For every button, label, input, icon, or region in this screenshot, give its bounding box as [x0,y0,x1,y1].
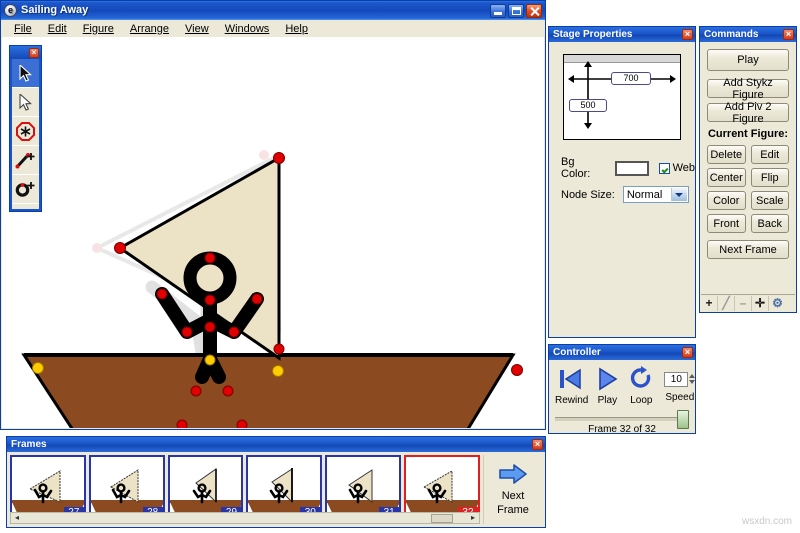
color-button[interactable]: Color [707,191,746,210]
frames-title-bar[interactable]: Frames × [7,437,545,452]
node-size-value: Normal [626,188,663,201]
maximize-button[interactable] [508,3,524,18]
watermark: wsxdn.com [741,516,792,527]
settings-gear-icon[interactable]: ⚙ [769,296,786,311]
frames-horizontal-scrollbar[interactable]: ◂ ▸ [10,512,480,524]
commands-panel: Commands × Play Add Stykz Figure Add Piv… [699,26,797,313]
commands-mini-toolbar: + ╱ – ✛ ⚙ [701,294,795,311]
next-frame-label-line2: Frame [497,504,529,516]
close-button[interactable] [526,3,542,18]
edit-button[interactable]: Edit [750,145,789,164]
rewind-label: Rewind [555,395,589,406]
frames-close-icon[interactable]: × [532,439,543,450]
node-size-label: Node Size: [561,188,615,201]
menu-arrange[interactable]: Arrange [123,22,176,36]
add-icon[interactable]: + [701,295,718,311]
flip-button[interactable]: Flip [750,168,789,187]
current-figure-label: Current Figure: [707,128,789,140]
menu-file[interactable]: File [7,22,39,36]
rewind-button[interactable] [555,366,585,395]
window-title: Sailing Away [21,4,89,16]
commands-close-icon[interactable]: × [783,29,794,40]
add-piv2-figure-button[interactable]: Add Piv 2 Figure [707,101,789,125]
next-frame-label-line1: Next [501,490,525,502]
scroll-left-icon[interactable]: ◂ [11,513,23,523]
loop-label: Loop [630,395,653,406]
tool-palette-close-icon[interactable]: × [29,47,39,58]
play-label: Play [597,395,618,406]
center-button[interactable]: Center [707,168,746,187]
add-circle-tool[interactable] [12,175,39,204]
next-frame-button[interactable]: Next Frame [483,455,542,524]
node-tool[interactable] [12,117,39,146]
loop-button[interactable] [626,366,656,395]
timeline-slider-track[interactable] [555,417,687,421]
remove-icon[interactable]: – [735,295,752,311]
commands-title: Commands [704,29,759,40]
move-icon[interactable]: ✛ [752,295,769,311]
minimize-button[interactable] [490,3,506,18]
add-line-tool[interactable] [12,146,39,175]
frames-title: Frames [11,439,47,450]
scrollbar-thumb[interactable] [431,513,453,523]
title-bar[interactable]: e Sailing Away [1,1,545,20]
tool-palette: × [9,45,42,212]
web-safe-checkbox[interactable] [659,162,670,174]
controller-title-bar[interactable]: Controller × [549,345,695,360]
bg-color-label: Bg Color: [561,156,591,180]
front-button[interactable]: Front [707,214,746,233]
play-button[interactable]: Play [707,49,789,71]
next-frame-arrow-icon [498,462,528,489]
bg-color-row: Bg Color: Web [561,156,695,180]
stage-width-field[interactable]: 700 [611,72,651,85]
move-arrow-tool[interactable] [12,88,39,117]
scroll-right-icon[interactable]: ▸ [467,513,479,523]
controller-title: Controller [553,347,601,358]
controller-close-icon[interactable]: × [682,347,693,358]
next-frame-button[interactable]: Next Frame [707,240,789,259]
stage-drawing [21,150,523,428]
chevron-down-icon[interactable] [670,188,687,201]
controller-panel: Controller × Rewind Play Loop 10 Speed F… [548,344,696,435]
stage-size-preview: 700 500 [563,54,681,140]
select-arrow-tool[interactable] [12,59,39,88]
speed-stepper[interactable] [689,373,696,385]
scale-button[interactable]: Scale [750,191,789,210]
menu-windows[interactable]: Windows [218,22,277,36]
stage-properties-title-bar[interactable]: Stage Properties × [549,27,695,42]
stage-properties-close-icon[interactable]: × [682,29,693,40]
add-stykz-figure-button[interactable]: Add Stykz Figure [707,77,789,101]
menu-view[interactable]: View [178,22,216,36]
stage-height-field[interactable]: 500 [569,99,607,112]
menu-help[interactable]: Help [278,22,315,36]
stage-dimension-arrows [568,61,676,129]
commands-title-bar[interactable]: Commands × [700,27,796,42]
boat-hull [21,353,516,428]
menu-bar: File Edit Figure Arrange View Windows He… [1,20,545,38]
stage-canvas[interactable] [2,37,544,428]
delete-button[interactable]: Delete [707,145,746,164]
node-size-row: Node Size: Normal [561,186,689,203]
speed-label: Speed [665,392,695,403]
frames-panel: Frames × 27 [6,436,546,528]
play-button[interactable] [592,366,622,395]
back-button[interactable]: Back [750,214,789,233]
stage-properties-panel: Stage Properties × 700 500 Bg Color: Web… [548,26,696,338]
app-globe-icon: e [4,4,17,17]
stage-properties-title: Stage Properties [553,29,633,40]
tool-palette-title-bar[interactable]: × [10,46,41,59]
menu-edit[interactable]: Edit [41,22,74,36]
frame-status-text: Frame 32 of 32 [588,424,656,435]
main-application-window: e Sailing Away File Edit Figure Arrange … [0,0,546,430]
bg-color-swatch[interactable] [614,160,650,176]
node-size-select[interactable]: Normal [622,186,689,203]
speed-input[interactable]: 10 [664,371,689,387]
web-label: Web [672,162,695,174]
menu-figure[interactable]: Figure [76,22,121,36]
edit-pencil-icon[interactable]: ╱ [718,295,735,311]
